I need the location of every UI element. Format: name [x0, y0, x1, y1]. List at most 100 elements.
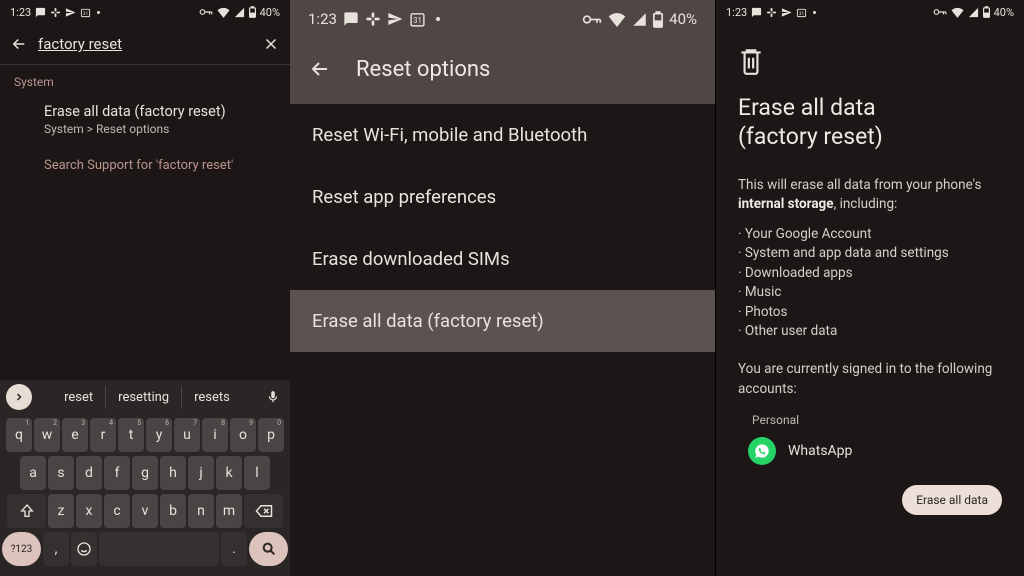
result-path: System > Reset options	[44, 122, 276, 136]
signal-icon	[234, 7, 245, 18]
result-title: Erase all data (factory reset)	[44, 103, 276, 120]
calendar-icon: 31	[796, 7, 807, 18]
category-label: System	[0, 65, 290, 95]
key-z[interactable]: z	[48, 494, 74, 528]
key-x[interactable]: x	[76, 494, 102, 528]
key-o[interactable]: o9	[230, 418, 256, 452]
slack-icon	[50, 7, 61, 18]
account-category: Personal	[752, 413, 1002, 427]
keyboard-row-4: ?123 , .	[2, 532, 288, 566]
key-k[interactable]: k	[216, 456, 242, 490]
signal-icon	[632, 12, 647, 27]
status-bar: 1:23 31 40%	[290, 0, 715, 34]
search-support-link[interactable]: Search Support for 'factory reset'	[0, 144, 290, 181]
reset-app-prefs-option[interactable]: Reset app preferences	[290, 166, 715, 228]
bullet-item: · Downloaded apps	[738, 264, 1002, 284]
bullet-item: · Other user data	[738, 322, 1002, 342]
key-e[interactable]: e3	[62, 418, 88, 452]
status-time: 1:23	[10, 6, 31, 19]
key-v[interactable]: v	[132, 494, 158, 528]
suggestions: reset resetting resets	[34, 386, 260, 409]
calendar-icon: 31	[80, 7, 91, 18]
key-i[interactable]: i8	[202, 418, 228, 452]
space-key[interactable]	[99, 532, 219, 566]
erase-all-data-screen: 1:23 31 40% Erase all data(factory reset…	[715, 0, 1024, 576]
comma-key[interactable]: ,	[43, 532, 69, 566]
search-bar	[0, 24, 290, 64]
emoji-key[interactable]	[71, 532, 97, 566]
backspace-key[interactable]	[244, 494, 283, 528]
message-icon	[35, 7, 46, 18]
search-key[interactable]	[249, 532, 288, 566]
key-a[interactable]: a	[20, 456, 46, 490]
suggestion-item[interactable]: resets	[182, 386, 242, 409]
key-s[interactable]: s	[48, 456, 74, 490]
symbols-key[interactable]: ?123	[2, 532, 41, 566]
search-settings-screen: 1:23 31 40% System Erase all data (facto…	[0, 0, 290, 576]
key-r[interactable]: r4	[90, 418, 116, 452]
key-c[interactable]: c	[104, 494, 130, 528]
key-t[interactable]: t5	[118, 418, 144, 452]
suggestion-item[interactable]: resetting	[106, 386, 182, 409]
battery-percent: 40%	[994, 6, 1014, 19]
status-bar: 1:23 31 40%	[0, 0, 290, 24]
trash-icon	[738, 46, 1002, 76]
reset-wifi-option[interactable]: Reset Wi-Fi, mobile and Bluetooth	[290, 104, 715, 166]
key-p[interactable]: p0	[258, 418, 284, 452]
erase-all-data-button[interactable]: Erase all data	[902, 485, 1002, 515]
vpn-icon	[933, 8, 947, 16]
dot-icon	[97, 11, 100, 14]
key-f[interactable]: f	[104, 456, 130, 490]
suggestion-item[interactable]: reset	[52, 386, 106, 409]
account-name: WhatsApp	[788, 443, 852, 459]
key-n[interactable]: n	[188, 494, 214, 528]
battery-icon	[653, 11, 663, 28]
key-d[interactable]: d	[76, 456, 102, 490]
suggestion-bar: reset resetting resets	[0, 380, 290, 414]
description: This will erase all data from your phone…	[738, 176, 1002, 215]
bullet-item: · Photos	[738, 303, 1002, 323]
key-g[interactable]: g	[132, 456, 158, 490]
bullet-item: · Your Google Account	[738, 225, 1002, 245]
mic-icon[interactable]	[262, 386, 284, 408]
bullet-list: · Your Google Account· System and app da…	[738, 225, 1002, 342]
battery-icon	[983, 6, 990, 18]
search-input[interactable]	[38, 35, 252, 53]
status-time: 1:23	[308, 10, 337, 28]
dot-icon	[813, 11, 816, 14]
key-q[interactable]: q1	[6, 418, 32, 452]
wifi-icon	[608, 12, 626, 27]
key-l[interactable]: l	[244, 456, 270, 490]
battery-percent: 40%	[260, 6, 280, 19]
svg-text:31: 31	[83, 10, 88, 16]
key-j[interactable]: j	[188, 456, 214, 490]
key-y[interactable]: y6	[146, 418, 172, 452]
key-h[interactable]: h	[160, 456, 186, 490]
clear-icon[interactable]	[262, 35, 280, 53]
app-bar: Reset options	[290, 34, 715, 104]
expand-icon[interactable]	[6, 384, 32, 410]
wifi-icon	[217, 7, 230, 18]
bullet-item: · Music	[738, 283, 1002, 303]
svg-text:31: 31	[413, 16, 422, 25]
dot-icon	[436, 17, 440, 21]
message-icon	[751, 7, 762, 18]
page-title: Reset options	[356, 57, 490, 82]
slack-icon	[766, 7, 777, 18]
period-key[interactable]: .	[221, 532, 247, 566]
key-b[interactable]: b	[160, 494, 186, 528]
search-result[interactable]: Erase all data (factory reset) System > …	[0, 95, 290, 144]
erase-all-data-option[interactable]: Erase all data (factory reset)	[290, 290, 715, 352]
key-m[interactable]: m	[216, 494, 242, 528]
signal-icon	[968, 7, 979, 18]
send-icon	[387, 11, 403, 27]
send-icon	[65, 7, 76, 18]
key-u[interactable]: u7	[174, 418, 200, 452]
key-w[interactable]: w2	[34, 418, 60, 452]
wifi-icon	[951, 7, 964, 18]
erase-sims-option[interactable]: Erase downloaded SIMs	[290, 228, 715, 290]
battery-icon	[249, 6, 256, 18]
back-icon[interactable]	[10, 35, 28, 53]
shift-key[interactable]	[7, 494, 46, 528]
back-icon[interactable]	[308, 57, 332, 81]
